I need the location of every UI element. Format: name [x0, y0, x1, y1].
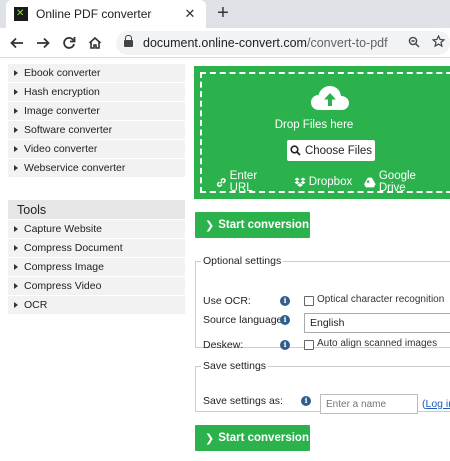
enter-url-label: Enter URL	[229, 170, 258, 194]
chevron-right-icon: ❯	[205, 432, 215, 445]
triangle-right-icon	[14, 165, 18, 171]
triangle-right-icon	[14, 264, 18, 270]
tab-title: Online PDF converter	[36, 7, 152, 21]
google-drive-icon	[364, 177, 376, 187]
source-language-label: Source language:	[203, 314, 286, 326]
info-icon[interactable]: i	[280, 315, 290, 325]
sidebar-item-compress-image[interactable]: Compress Image	[8, 258, 185, 277]
cloud-upload-icon	[311, 86, 349, 110]
ocr-checkbox-label: Optical character recognition	[317, 294, 445, 305]
sidebar-item-capture-website[interactable]: Capture Website	[8, 220, 185, 239]
sidebar-item-compress-document[interactable]: Compress Document	[8, 239, 185, 258]
source-language-select[interactable]: English	[304, 313, 450, 333]
link-icon	[216, 177, 226, 187]
deskew-label: Deskew:	[203, 339, 244, 351]
drop-files-text: Drop Files here	[274, 119, 354, 131]
triangle-right-icon	[14, 245, 18, 251]
chevron-right-icon: ❯	[205, 219, 215, 232]
new-tab-button[interactable]: +	[212, 2, 234, 24]
sidebar-item-software-converter[interactable]: Software converter	[8, 121, 185, 140]
sidebar: Ebook converter Hash encryption Image co…	[8, 64, 185, 315]
reload-button[interactable]	[56, 30, 82, 56]
sidebar-item-webservice-converter[interactable]: Webservice converter	[8, 159, 185, 178]
upload-dropzone[interactable]: Drop Files here Choose Files Enter URL D…	[194, 66, 450, 199]
save-settings-as-label: Save settings as:	[203, 395, 283, 407]
deskew-checkbox[interactable]	[304, 340, 314, 350]
tools-heading: Tools	[8, 200, 185, 220]
info-icon[interactable]: i	[280, 340, 290, 350]
tab-close-icon[interactable]: ✕	[182, 6, 198, 22]
info-icon[interactable]: i	[301, 396, 311, 406]
sidebar-item-video-converter[interactable]: Video converter	[8, 140, 185, 159]
bookmark-star-icon[interactable]	[426, 34, 450, 51]
optional-settings-legend: Optional settings	[203, 255, 282, 267]
lock-icon	[124, 34, 133, 48]
browser-tab[interactable]: Online PDF converter ✕	[6, 0, 206, 28]
triangle-right-icon	[14, 89, 18, 95]
optional-settings-panel: Optional settings Use OCR: i Optical cha…	[195, 255, 450, 351]
start-conversion-label: Start conversion	[218, 219, 309, 231]
triangle-right-icon	[14, 302, 18, 308]
dropbox-label: Dropbox	[308, 176, 353, 188]
search-icon	[290, 145, 301, 156]
google-drive-button[interactable]: Google Drive	[364, 170, 444, 194]
start-conversion-label: Start conversion	[218, 432, 309, 444]
save-settings-legend: Save settings	[203, 360, 267, 372]
triangle-right-icon	[14, 226, 18, 232]
upload-sources: Enter URL Dropbox Google Drive	[216, 170, 450, 194]
save-settings-panel: Save settings Save settings as: i (Log i…	[195, 360, 450, 414]
ocr-checkbox[interactable]	[304, 296, 314, 306]
dropbox-icon	[294, 177, 306, 187]
sidebar-item-image-converter[interactable]: Image converter	[8, 102, 185, 121]
start-conversion-button[interactable]: ❯ Start conversion	[195, 212, 310, 238]
sidebar-item-compress-video[interactable]: Compress Video	[8, 277, 185, 296]
choose-files-button[interactable]: Choose Files	[287, 140, 375, 161]
start-conversion-button-bottom[interactable]: ❯ Start conversion	[195, 425, 310, 451]
back-arrow-icon	[10, 37, 23, 48]
browser-toolbar: document.online-convert.com/convert-to-p…	[0, 28, 450, 58]
reload-icon	[63, 36, 76, 49]
triangle-right-icon	[14, 146, 18, 152]
sidebar-item-ebook-converter[interactable]: Ebook converter	[8, 64, 185, 83]
choose-files-label: Choose Files	[304, 144, 373, 157]
triangle-right-icon	[14, 283, 18, 289]
sidebar-item-hash-encryption[interactable]: Hash encryption	[8, 83, 185, 102]
home-icon	[88, 36, 102, 49]
dropbox-button[interactable]: Dropbox	[294, 170, 352, 194]
login-link[interactable]: (Log in	[422, 398, 450, 410]
settings-name-input[interactable]	[320, 394, 418, 414]
sidebar-item-ocr[interactable]: OCR	[8, 296, 185, 315]
triangle-right-icon	[14, 108, 18, 114]
site-favicon-icon	[14, 7, 28, 21]
browser-tabstrip: Online PDF converter ✕ +	[0, 0, 450, 28]
info-icon[interactable]: i	[280, 296, 290, 306]
url-text: document.online-convert.com/convert-to-p…	[143, 36, 388, 50]
enter-url-button[interactable]: Enter URL	[216, 170, 282, 194]
home-button[interactable]	[82, 30, 108, 56]
forward-arrow-icon	[37, 37, 50, 48]
back-button[interactable]	[4, 30, 30, 56]
zoom-icon[interactable]	[402, 36, 426, 51]
use-ocr-label: Use OCR:	[203, 295, 251, 307]
address-bar[interactable]: document.online-convert.com/convert-to-p…	[116, 31, 450, 55]
deskew-checkbox-label: Auto align scanned images	[317, 338, 438, 349]
triangle-right-icon	[14, 70, 18, 76]
google-drive-label: Google Drive	[378, 170, 416, 194]
triangle-right-icon	[14, 127, 18, 133]
forward-button[interactable]	[30, 30, 56, 56]
